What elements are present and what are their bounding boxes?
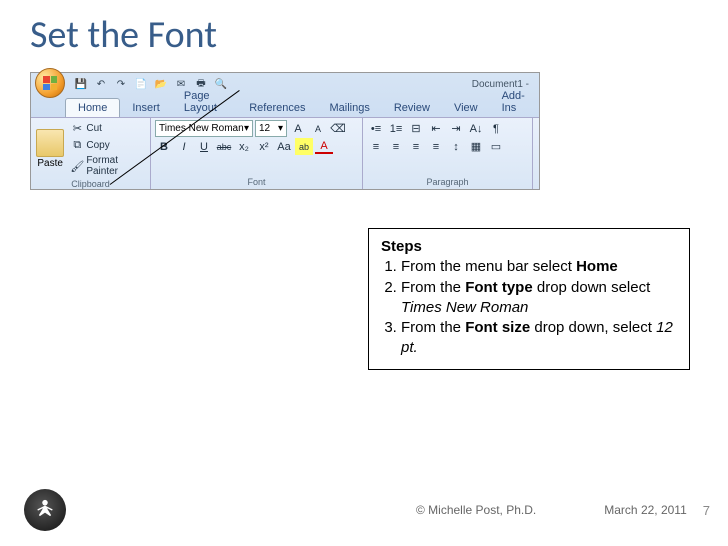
group-label-clipboard: Clipboard — [35, 178, 146, 191]
paste-icon — [36, 129, 64, 157]
highlight-button[interactable]: ab — [295, 138, 313, 155]
group-font: Times New Roman▾ 12▾ A A ⌫ B I U abc x₂ … — [151, 118, 363, 189]
step-3: From the Font size drop down, select 12 … — [401, 318, 677, 359]
font-color-button[interactable]: A — [315, 139, 333, 154]
scissors-icon: ✂ — [70, 121, 84, 135]
group-clipboard: Paste ✂Cut ⧉Copy 🖌Format Painter Clipboa… — [31, 118, 151, 189]
slide-footer: © Michelle Post, Ph.D. March 22, 2011 7 — [0, 489, 728, 531]
show-marks-button[interactable]: ¶ — [487, 120, 505, 137]
subscript-button[interactable]: x₂ — [235, 138, 253, 155]
change-case-button[interactable]: Aa — [275, 138, 293, 155]
underline-button[interactable]: U — [195, 138, 213, 155]
save-icon[interactable]: 💾 — [73, 76, 89, 92]
steps-header: Steps — [381, 237, 677, 257]
shading-button[interactable]: ▦ — [467, 138, 485, 155]
tab-add-ins[interactable]: Add-Ins — [490, 87, 539, 117]
strike-button[interactable]: abc — [215, 138, 233, 155]
line-spacing-button[interactable]: ↕ — [447, 138, 465, 155]
outdent-button[interactable]: ⇤ — [427, 120, 445, 137]
footer-date: March 22, 2011 — [604, 503, 687, 517]
numbering-button[interactable]: 1≡ — [387, 120, 405, 137]
office-button[interactable] — [35, 68, 65, 98]
redo-icon[interactable]: ↷ — [113, 76, 129, 92]
open-icon[interactable]: 📂 — [153, 76, 169, 92]
tab-page-layout[interactable]: Page Layout — [172, 87, 237, 117]
align-right-button[interactable]: ≡ — [407, 138, 425, 155]
align-center-button[interactable]: ≡ — [387, 138, 405, 155]
tab-view[interactable]: View — [442, 99, 490, 117]
copy-button[interactable]: ⧉Copy — [67, 137, 146, 153]
indent-button[interactable]: ⇥ — [447, 120, 465, 137]
slide-title: Set the Font — [0, 0, 728, 66]
steps-callout: Steps From the menu bar select Home From… — [368, 228, 690, 370]
chevron-down-icon: ▾ — [278, 123, 283, 134]
tab-references[interactable]: References — [237, 99, 317, 117]
ribbon-tabs: Home Insert Page Layout References Maili… — [31, 95, 539, 117]
chevron-down-icon: ▾ — [244, 123, 249, 134]
superscript-button[interactable]: x² — [255, 138, 273, 155]
paste-button[interactable]: Paste — [35, 129, 65, 169]
tab-review[interactable]: Review — [382, 99, 442, 117]
italic-button[interactable]: I — [175, 138, 193, 155]
font-size-select[interactable]: 12▾ — [255, 120, 287, 137]
shrink-font-button[interactable]: A — [309, 120, 327, 137]
font-name-select[interactable]: Times New Roman▾ — [155, 120, 253, 137]
clear-format-button[interactable]: ⌫ — [329, 120, 347, 137]
group-paragraph: •≡ 1≡ ⊟ ⇤ ⇥ A↓ ¶ ≡ ≡ ≡ ≡ ↕ ▦ ▭ — [363, 118, 533, 189]
step-1: From the menu bar select Home — [401, 257, 677, 277]
quick-access-toolbar: 💾 ↶ ↷ 📄 📂 ✉ 🖶 🔍 Document1 - — [31, 73, 539, 95]
new-icon[interactable]: 📄 — [133, 76, 149, 92]
tab-mailings[interactable]: Mailings — [318, 99, 382, 117]
brush-icon: 🖌 — [70, 159, 84, 173]
footer-copyright: © Michelle Post, Ph.D. — [416, 503, 536, 517]
tab-insert[interactable]: Insert — [120, 99, 172, 117]
group-label-paragraph: Paragraph — [367, 176, 528, 189]
footer-page-number: 7 — [703, 503, 710, 518]
footer-logo-icon — [24, 489, 66, 531]
sort-button[interactable]: A↓ — [467, 120, 485, 137]
cut-button[interactable]: ✂Cut — [67, 120, 146, 136]
group-label-font: Font — [155, 176, 358, 189]
grow-font-button[interactable]: A — [289, 120, 307, 137]
copy-icon: ⧉ — [70, 138, 84, 152]
word-ribbon-screenshot: 💾 ↶ ↷ 📄 📂 ✉ 🖶 🔍 Document1 - Home Insert … — [30, 72, 540, 190]
multilist-button[interactable]: ⊟ — [407, 120, 425, 137]
undo-icon[interactable]: ↶ — [93, 76, 109, 92]
borders-button[interactable]: ▭ — [487, 138, 505, 155]
bullets-button[interactable]: •≡ — [367, 120, 385, 137]
step-2: From the Font type drop down select Time… — [401, 278, 677, 319]
tab-home[interactable]: Home — [65, 98, 120, 117]
ribbon-groups: Paste ✂Cut ⧉Copy 🖌Format Painter Clipboa… — [31, 117, 539, 189]
justify-button[interactable]: ≡ — [427, 138, 445, 155]
align-left-button[interactable]: ≡ — [367, 138, 385, 155]
